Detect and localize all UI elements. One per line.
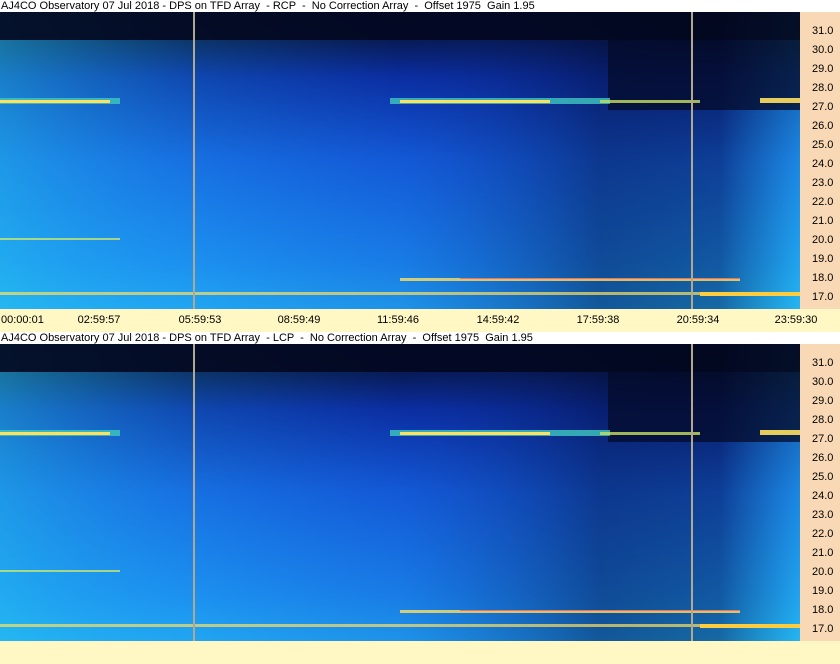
lcp-spectrogram-panel: AJ4CO Observatory 07 Jul 2018 - DPS on T… — [0, 332, 840, 664]
freq-label: 28.0 — [812, 414, 834, 426]
freq-label: 19.0 — [812, 253, 834, 265]
freq-label: 30.0 — [812, 44, 834, 56]
time-label: 00:00:01 — [1, 314, 44, 326]
freq-label: 25.0 — [812, 471, 834, 483]
frequency-axis: 31.0 30.0 29.0 28.0 27.0 26.0 25.0 24.0 … — [800, 12, 840, 309]
spectrogram-plot[interactable] — [0, 12, 800, 309]
time-label: 20:59:34 — [676, 314, 720, 326]
time-label: 23:59:30 — [774, 314, 818, 326]
time-axis — [0, 641, 840, 664]
freq-label: 29.0 — [812, 395, 834, 407]
freq-label: 26.0 — [812, 452, 834, 464]
freq-label: 18.0 — [812, 604, 834, 616]
freq-label: 24.0 — [812, 158, 834, 170]
time-label: 08:59:49 — [277, 314, 321, 326]
time-label: 05:59:53 — [178, 314, 222, 326]
freq-label: 26.0 — [812, 120, 834, 132]
freq-label: 29.0 — [812, 63, 834, 75]
freq-label: 22.0 — [812, 196, 834, 208]
freq-label: 27.0 — [812, 101, 834, 113]
freq-label: 19.0 — [812, 585, 834, 597]
freq-label: 23.0 — [812, 509, 834, 521]
freq-label: 17.0 — [812, 623, 834, 635]
time-axis: 00:00:01 02:59:57 05:59:53 08:59:49 11:5… — [0, 309, 840, 332]
freq-label: 21.0 — [812, 547, 834, 559]
frequency-axis: 31.0 30.0 29.0 28.0 27.0 26.0 25.0 24.0 … — [800, 344, 840, 641]
freq-label: 22.0 — [812, 528, 834, 540]
freq-label: 21.0 — [812, 215, 834, 227]
freq-label: 18.0 — [812, 272, 834, 284]
time-label: 02:59:57 — [77, 314, 121, 326]
spectrogram-plot[interactable] — [0, 344, 800, 641]
freq-label: 20.0 — [812, 566, 834, 578]
freq-label: 23.0 — [812, 177, 834, 189]
panel-title: AJ4CO Observatory 07 Jul 2018 - DPS on T… — [0, 332, 840, 344]
rcp-spectrogram-panel: AJ4CO Observatory 07 Jul 2018 - DPS on T… — [0, 0, 840, 332]
freq-label: 25.0 — [812, 139, 834, 151]
time-label: 17:59:38 — [576, 314, 620, 326]
freq-label: 31.0 — [812, 25, 834, 37]
time-label: 11:59:46 — [376, 314, 420, 326]
freq-label: 24.0 — [812, 490, 834, 502]
freq-label: 17.0 — [812, 291, 834, 303]
panel-title: AJ4CO Observatory 07 Jul 2018 - DPS on T… — [0, 0, 840, 12]
freq-label: 30.0 — [812, 376, 834, 388]
freq-label: 31.0 — [812, 357, 834, 369]
freq-label: 20.0 — [812, 234, 834, 246]
freq-label: 27.0 — [812, 433, 834, 445]
freq-label: 28.0 — [812, 82, 834, 94]
time-label: 14:59:42 — [476, 314, 520, 326]
